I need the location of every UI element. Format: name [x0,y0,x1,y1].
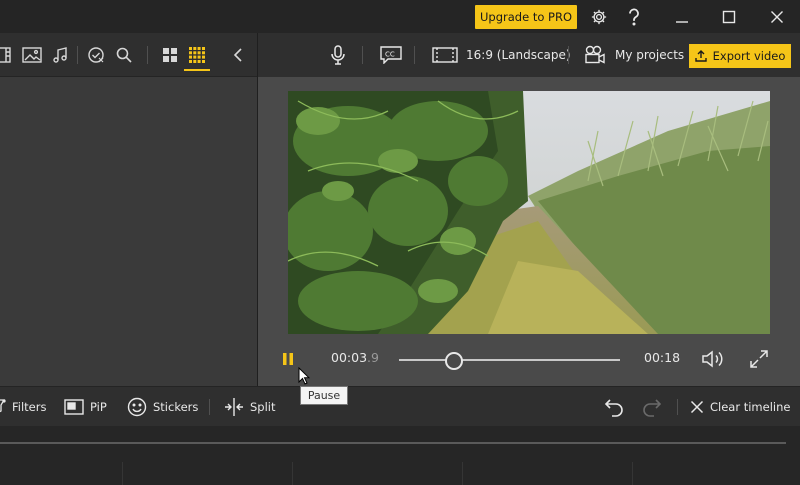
fullscreen-button[interactable] [749,349,769,369]
toolbar-divider [77,46,78,64]
timeline-tick [632,462,633,485]
media-library-panel[interactable] [0,77,257,386]
timeline-tick [462,462,463,485]
toolbar-divider [414,46,415,64]
undo-button[interactable] [603,396,625,418]
toolbar-divider [147,46,148,64]
clear-timeline-label: Clear timeline [710,400,791,414]
filters-icon [0,399,6,413]
smiley-icon [127,397,147,417]
upgrade-to-pro-button[interactable]: Upgrade to PRO [475,5,577,29]
timeline-tick [292,462,293,485]
seek-handle[interactable] [445,352,464,370]
aspect-ratio-icon [432,47,458,63]
duration: 00:18 [644,350,681,365]
captions-icon: CC [380,46,402,64]
media-toolbar [0,33,257,77]
minimize-icon[interactable] [671,6,693,28]
pause-icon [283,353,293,365]
redo-button[interactable] [641,396,663,418]
pip-label: PiP [90,400,107,414]
pause-button[interactable] [280,349,296,369]
title-bar: Upgrade to PRO [0,0,800,33]
timeline-tick [122,462,123,485]
gear-icon[interactable] [588,6,610,28]
collapse-panel-icon[interactable] [227,44,249,66]
maximize-icon[interactable] [718,6,740,28]
toolbar-divider [677,399,678,415]
filters-label: Filters [12,400,47,414]
voiceover-button[interactable] [330,33,346,77]
my-projects-button[interactable]: My projects [584,33,684,77]
undo-icon [604,399,623,417]
export-video-button[interactable]: Export video [689,44,791,68]
mouse-cursor-icon [298,366,311,389]
playback-controls: 00:03.9 00:18 [258,339,800,379]
stickers-button[interactable]: Stickers [127,387,198,427]
editor-toolbar: CC 16:9 (Landscape) My projects Export v… [258,33,800,77]
clear-timeline-button[interactable]: Clear timeline [690,387,790,427]
help-icon[interactable] [623,6,645,28]
film-camera-icon [585,45,605,64]
fullscreen-icon [750,350,768,368]
toolbar-divider [568,46,569,64]
stickers-label: Stickers [153,400,199,414]
my-projects-label: My projects [615,48,685,62]
aspect-ratio-label: 16:9 (Landscape) [466,48,571,62]
volume-button[interactable] [701,349,727,369]
current-time: 00:03.9 [331,350,379,365]
filters-button[interactable]: Filters [0,387,46,427]
music-icon[interactable] [49,44,71,66]
current-time-main: 00:03 [331,350,368,365]
transitions-icon[interactable] [85,44,107,66]
pip-button[interactable]: PiP [64,387,107,427]
toolbar-divider [362,46,363,64]
split-button[interactable]: Split [224,387,276,427]
timeline[interactable] [0,426,800,485]
active-view-indicator [184,69,210,71]
search-icon[interactable] [113,44,135,66]
small-grid-view-icon[interactable] [186,44,208,66]
video-preview[interactable] [288,91,770,334]
split-label: Split [250,400,276,414]
seek-bar[interactable] [399,359,620,361]
current-time-fraction: .9 [367,350,379,365]
close-icon[interactable] [766,6,788,28]
pip-icon [64,399,84,415]
video-library-icon[interactable] [0,44,12,66]
large-grid-view-icon[interactable] [159,44,181,66]
clear-icon [690,400,704,414]
timeline-toolbar: Filters PiP Stickers Split Clear timelin… [0,386,800,426]
preview-area: 00:03.9 00:18 [258,77,800,386]
toolbar-divider [209,399,210,415]
aspect-ratio-button[interactable]: 16:9 (Landscape) [432,33,571,77]
image-library-icon[interactable] [21,44,43,66]
export-icon [694,50,707,62]
redo-icon [643,399,662,417]
svg-text:CC: CC [385,51,395,59]
captions-button[interactable]: CC [380,33,402,77]
speaker-icon [702,350,723,368]
export-video-label: Export video [712,49,786,63]
timeline-ruler [0,442,786,444]
microphone-icon [331,45,345,65]
split-icon [225,398,243,416]
